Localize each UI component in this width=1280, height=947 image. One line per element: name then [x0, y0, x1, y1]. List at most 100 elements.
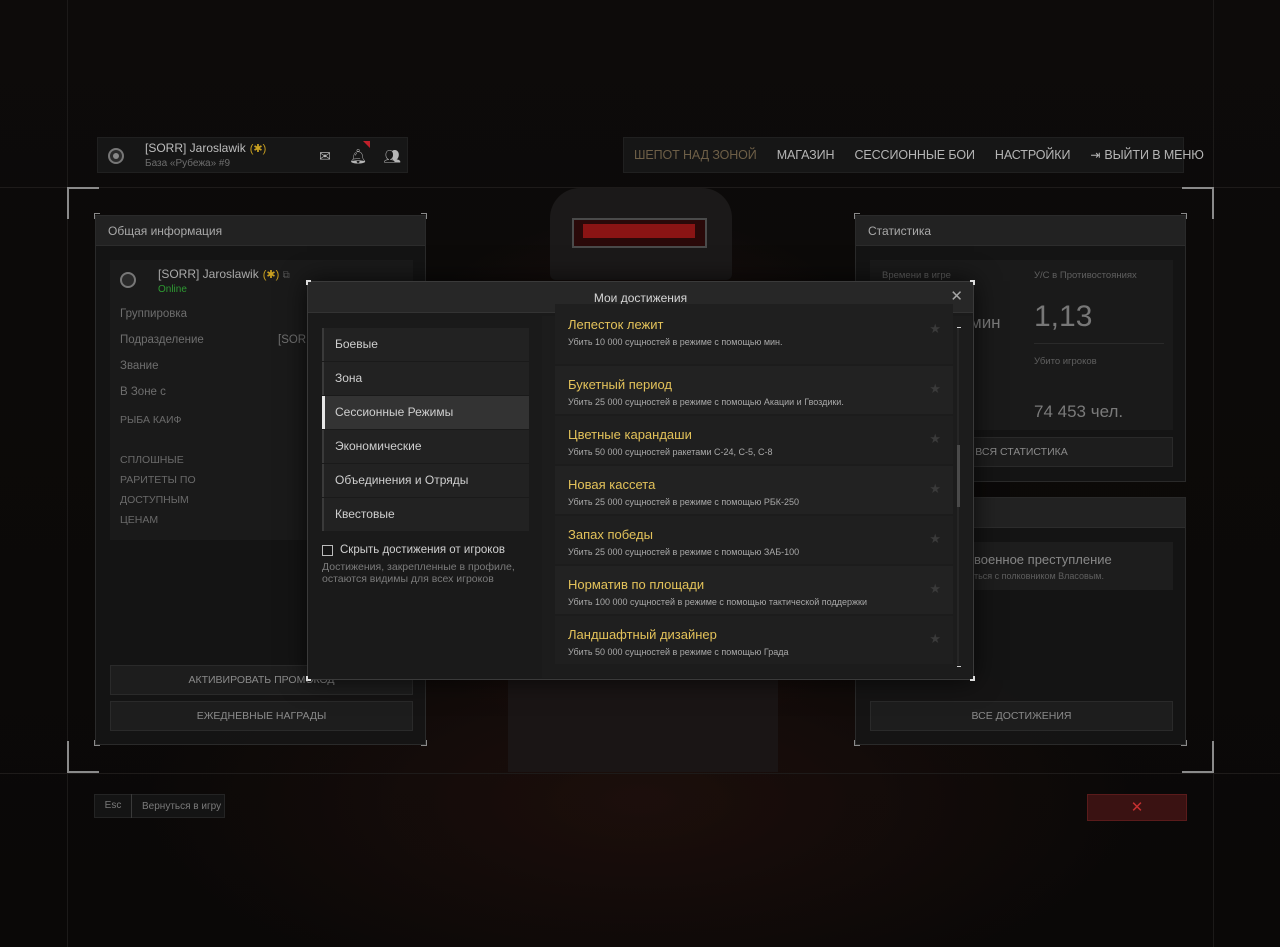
achievement-item[interactable]: Запах победы Убить 25 000 сущностей в ре… [555, 516, 953, 564]
category-zone[interactable]: Зона [322, 362, 529, 395]
panel-corner [421, 213, 427, 219]
category-groups[interactable]: Объединения и Отряды [322, 464, 529, 497]
kills-value: 74 453 чел. [1034, 402, 1124, 421]
achievement-desc: Убить 25 000 сущностей в режиме с помощь… [568, 547, 800, 557]
panel-corner [1181, 740, 1187, 746]
player-name-row: [SORR] Jaroslawik (✱) [145, 141, 266, 155]
achievement-item[interactable]: Цветные карандаши Убить 50 000 сущностей… [555, 416, 953, 464]
nav-item-whisper[interactable]: ШЕПОТ НАД ЗОНОЙ [624, 148, 767, 162]
hide-achievements-checkbox[interactable] [322, 544, 333, 556]
nav-item-exit-menu[interactable]: ⇥ ВЫЙТИ В МЕНЮ [1080, 148, 1213, 162]
motto-line-2: РАРИТЕТЫ ПО [120, 474, 196, 486]
modal-title: Мои достижения [593, 291, 688, 305]
star-icon[interactable]: ★ [929, 531, 941, 547]
panel-corner [854, 213, 860, 219]
hide-achievements-label: Скрыть достижения от игроков [340, 544, 505, 556]
category-economic[interactable]: Экономические [322, 430, 529, 463]
online-status: Online [158, 284, 187, 295]
character-body [508, 680, 778, 772]
esc-key-hint: Esc [95, 794, 132, 818]
achievement-title: Запах победы [568, 527, 653, 542]
kills-label: Убито игроков [1034, 356, 1097, 367]
motto-line-4: ЦЕНАМ [120, 514, 159, 526]
close-icon[interactable]: ✕ [950, 289, 963, 305]
info-label-faction: Группировка [120, 308, 188, 320]
category-combat[interactable]: Боевые [322, 328, 529, 361]
time-in-game-label: Времени в игре [882, 270, 951, 281]
achievement-item[interactable]: Норматив по площади Убить 100 000 сущнос… [555, 566, 953, 614]
category-quests[interactable]: Квестовые [322, 498, 529, 531]
nav-item-shop[interactable]: МАГАЗИН [767, 148, 845, 162]
profile-card[interactable]: [SORR] Jaroslawik (✱) База «Рубежа» #9 ✉ … [97, 137, 408, 173]
modal-corner [970, 280, 975, 285]
achievement-title: Новая кассета [568, 477, 656, 492]
panel-corner [94, 740, 100, 746]
modal-corner [306, 676, 311, 681]
motto-line-3: ДОСТУПНЫМ [120, 494, 189, 506]
star-icon[interactable]: ★ [929, 481, 941, 497]
achievement-desc: Убить 25 000 сущностей в режиме с помощь… [568, 397, 844, 407]
character-visor-glow [583, 224, 695, 238]
frame-line-right [1213, 0, 1214, 947]
achievement-title: Норматив по площади [568, 577, 705, 592]
achievement-list: Лепесток лежит Убить 10 000 сущностей в … [542, 304, 972, 678]
star-icon[interactable]: ★ [929, 431, 941, 447]
achievement-item[interactable]: Новая кассета Убить 25 000 сущностей в р… [555, 466, 953, 514]
scrollbar-thumb[interactable] [957, 445, 960, 507]
star-icon[interactable]: ★ [929, 321, 941, 337]
quit-game-button[interactable]: ✕ [1087, 794, 1187, 821]
panel-corner [854, 740, 860, 746]
hide-achievements-toggle[interactable]: Скрыть достижения от игроков [322, 544, 505, 556]
exit-icon: ⇥ [1090, 148, 1101, 162]
modal-corner [970, 676, 975, 681]
scrollbar-cap-bottom [957, 666, 961, 667]
panel-corner [1181, 213, 1187, 219]
achievement-item[interactable]: Букетный период Убить 25 000 сущностей в… [555, 366, 953, 414]
achievement-title: Ландшафтный дизайнер [568, 627, 717, 642]
star-icon[interactable]: ★ [929, 631, 941, 647]
kd-value: 1,13 [1034, 300, 1093, 333]
achievement-desc: Убить 50 000 сущностей ракетами С-24, С-… [568, 447, 773, 457]
info-label-unit: Подразделение [120, 334, 204, 346]
player-name: [SORR] Jaroslawik [158, 267, 259, 281]
achievement-item[interactable]: Ландшафтный дизайнер Убить 50 000 сущнос… [555, 616, 953, 664]
return-to-game-button[interactable]: Esc Вернуться в игру [94, 794, 225, 818]
rank-badge-icon: (✱) [262, 269, 280, 281]
modal-corner [306, 280, 311, 285]
general-info-title: Общая информация [96, 216, 425, 246]
achievement-desc: Убить 25 000 сущностей в режиме с помощь… [568, 497, 799, 507]
nav-item-settings[interactable]: НАСТРОЙКИ [985, 148, 1080, 162]
time-in-game-value: мин [970, 313, 1001, 332]
frame-line-bottom [0, 773, 1280, 774]
bell-icon[interactable]: 🔔︎ [349, 141, 370, 165]
mail-icon[interactable]: ✉ [316, 147, 334, 165]
notification-dot [363, 141, 370, 148]
frame-line-left [67, 0, 68, 947]
pinned-achievement-desc: ться с полковником Власовым. [974, 571, 1104, 581]
copy-icon[interactable]: ⧉ [283, 270, 290, 281]
achievement-title: Букетный период [568, 377, 673, 392]
daily-rewards-button[interactable]: ЕЖЕДНЕВНЫЕ НАГРАДЫ [110, 701, 413, 731]
clan-emblem-icon [108, 148, 124, 164]
kd-label: У/С в Противостояниях [1034, 270, 1137, 281]
nav-item-session-battles[interactable]: СЕССИОННЫЕ БОИ [844, 148, 984, 162]
achievement-item[interactable]: Лепесток лежит Убить 10 000 сущностей в … [555, 304, 953, 364]
all-achievements-button[interactable]: ВСЕ ДОСТИЖЕНИЯ [870, 701, 1173, 731]
stats-divider [1034, 343, 1164, 344]
friends-icon[interactable]: 👥︎ [383, 147, 401, 165]
achievement-title: Цветные карандаши [568, 427, 692, 442]
exit-menu-label: ВЫЙТИ В МЕНЮ [1104, 148, 1204, 162]
info-label-zone-since: В Зоне с [120, 386, 166, 398]
achievement-desc: Убить 50 000 сущностей в режиме с помощь… [568, 647, 789, 657]
category-list: Боевые Зона Сессионные Режимы Экономичес… [322, 328, 529, 532]
motto-line-1: СПЛОШНЫЕ [120, 454, 184, 466]
player-name-row: [SORR] Jaroslawik (✱) ⧉ [158, 267, 290, 281]
star-icon[interactable]: ★ [929, 381, 941, 397]
rank-badge-icon: (✱) [249, 143, 267, 155]
category-session-modes[interactable]: Сессионные Режимы [322, 396, 529, 429]
achievement-title: Лепесток лежит [568, 317, 664, 332]
star-icon[interactable]: ★ [929, 581, 941, 597]
return-to-game-label: Вернуться в игру [142, 800, 222, 812]
player-name: [SORR] Jaroslawik [145, 141, 246, 155]
pinned-achievement-title: военное преступление [974, 552, 1112, 567]
